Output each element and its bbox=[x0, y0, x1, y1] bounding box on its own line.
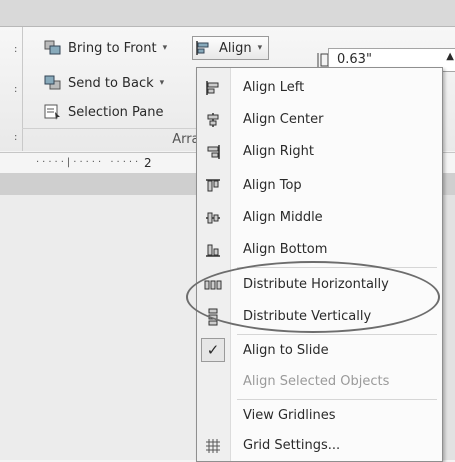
left-group-mark: : bbox=[14, 84, 18, 95]
menu-item-label: Align to Slide bbox=[243, 343, 329, 358]
menu-separator bbox=[237, 267, 437, 268]
align-dropdown-button[interactable]: Align ▾ bbox=[192, 36, 270, 60]
send-to-back-button[interactable]: Send to Back ▾ bbox=[44, 72, 164, 94]
align-left-icon bbox=[195, 40, 213, 56]
menu-item-label: Distribute Horizontally bbox=[243, 277, 389, 292]
distribute-vertically-icon bbox=[203, 308, 223, 326]
checkmark-icon: ✓ bbox=[201, 338, 225, 362]
bring-to-front-button[interactable]: Bring to Front ▾ bbox=[44, 37, 167, 59]
menu-item-label: Align Top bbox=[243, 178, 302, 193]
menu-item-label: Distribute Vertically bbox=[243, 309, 372, 324]
send-to-back-label: Send to Back bbox=[68, 75, 154, 91]
align-right-icon bbox=[203, 144, 223, 160]
selection-pane-icon bbox=[44, 104, 62, 120]
menu-item-label: View Gridlines bbox=[243, 408, 336, 423]
menu-item-label: Align Middle bbox=[243, 210, 323, 225]
menu-item-label: Align Bottom bbox=[243, 242, 328, 257]
align-center-icon bbox=[203, 112, 223, 128]
send-to-back-icon bbox=[44, 75, 62, 91]
selection-pane-button[interactable]: Selection Pane bbox=[44, 101, 164, 123]
selection-pane-label: Selection Pane bbox=[68, 104, 164, 120]
menu-item-label: Align Center bbox=[243, 112, 324, 127]
align-left-icon bbox=[203, 80, 223, 96]
spinner-up-icon[interactable]: ▲ bbox=[446, 51, 454, 62]
menu-item-align-left[interactable]: Align Left bbox=[197, 72, 442, 104]
menu-item-distribute-horizontally[interactable]: Distribute Horizontally bbox=[197, 269, 442, 301]
bring-to-front-icon bbox=[44, 40, 62, 56]
ribbon-tab-strip bbox=[0, 0, 455, 27]
align-menu: Align Left Align Center Align Right Alig… bbox=[196, 67, 443, 462]
left-group-mark: : bbox=[14, 132, 18, 143]
grid-icon bbox=[203, 438, 223, 454]
menu-item-align-middle[interactable]: Align Middle bbox=[197, 202, 442, 234]
align-bottom-icon bbox=[203, 242, 223, 258]
menu-item-label: Grid Settings... bbox=[243, 438, 341, 453]
bring-to-front-label: Bring to Front bbox=[68, 40, 157, 56]
distribute-horizontally-icon bbox=[203, 277, 223, 293]
ruler-number: 2 bbox=[144, 156, 152, 170]
menu-item-align-to-slide[interactable]: ✓ Align to Slide bbox=[197, 335, 442, 367]
ribbon-left-group-edge bbox=[0, 27, 23, 151]
menu-item-align-bottom[interactable]: Align Bottom bbox=[197, 234, 442, 266]
menu-item-align-right[interactable]: Align Right bbox=[197, 136, 442, 168]
menu-item-view-gridlines[interactable]: View Gridlines bbox=[197, 400, 442, 432]
menu-item-label: Align Left bbox=[243, 80, 305, 95]
align-label: Align bbox=[219, 40, 252, 56]
ruler-ticks: ·····|····· ····· bbox=[36, 157, 142, 168]
chevron-down-icon: ▾ bbox=[159, 78, 165, 88]
menu-item-label: Align Right bbox=[243, 144, 314, 159]
shape-height-value: 0.63" bbox=[337, 52, 372, 67]
menu-item-align-center[interactable]: Align Center bbox=[197, 104, 442, 136]
chevron-down-icon: ▾ bbox=[257, 43, 263, 53]
align-middle-icon bbox=[203, 210, 223, 226]
align-top-icon bbox=[203, 178, 223, 194]
menu-item-grid-settings[interactable]: Grid Settings... bbox=[197, 430, 442, 462]
menu-item-label: Align Selected Objects bbox=[243, 374, 390, 389]
left-group-mark: : bbox=[14, 44, 18, 55]
chevron-down-icon: ▾ bbox=[162, 43, 168, 53]
menu-item-distribute-vertically[interactable]: Distribute Vertically bbox=[197, 301, 442, 333]
scrollbar[interactable] bbox=[441, 195, 455, 460]
menu-item-align-top[interactable]: Align Top bbox=[197, 170, 442, 202]
menu-item-align-selected-objects: Align Selected Objects bbox=[197, 366, 442, 398]
